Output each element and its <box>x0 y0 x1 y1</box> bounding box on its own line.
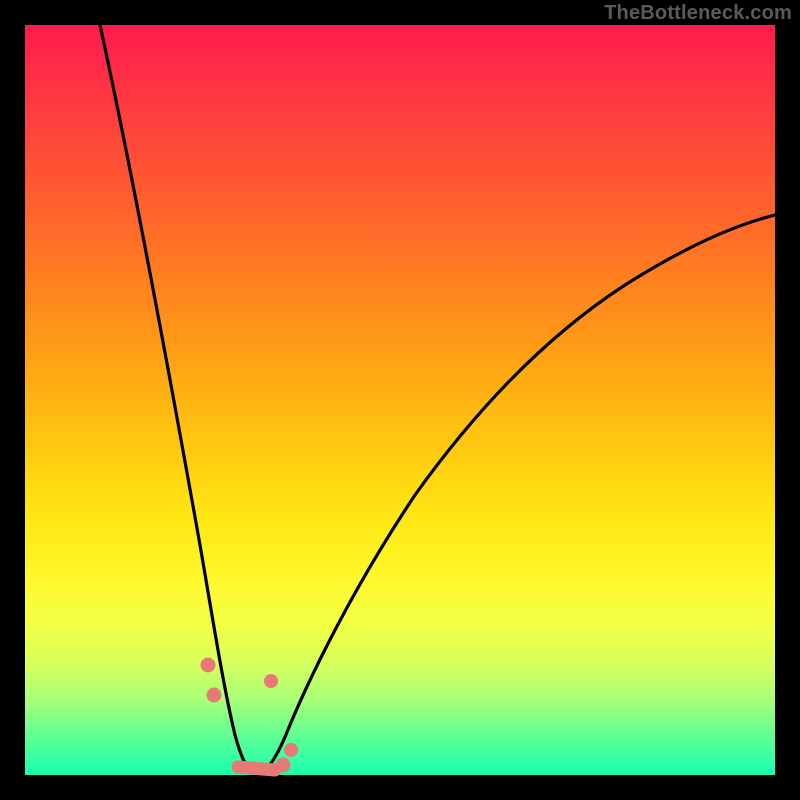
chart-svg <box>25 25 775 775</box>
marker-group <box>201 658 299 773</box>
bottleneck-curve <box>100 25 775 773</box>
marker-dot <box>284 743 298 757</box>
watermark-text: TheBottleneck.com <box>604 2 792 25</box>
marker-dot <box>201 658 216 673</box>
marker-dot <box>276 758 291 773</box>
marker-dot <box>264 674 278 688</box>
plot-area <box>25 25 775 775</box>
marker-dot-run <box>238 767 275 770</box>
chart-frame: TheBottleneck.com <box>0 0 800 800</box>
marker-dot <box>207 688 222 703</box>
